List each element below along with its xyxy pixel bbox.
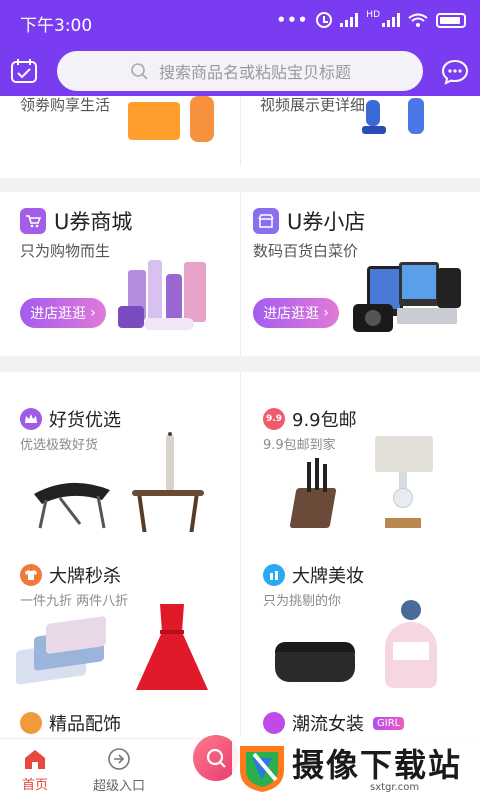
chair-product-image	[30, 464, 114, 530]
store-panel: U券商城 只为购物而生 进店逛逛 › U券小店 数码百货白菜价 进店逛逛 ›	[0, 192, 480, 356]
section-title: 好货优选	[49, 410, 121, 431]
message-icon[interactable]	[441, 58, 469, 86]
wifi-icon	[408, 13, 428, 27]
alarm-icon	[316, 12, 333, 28]
status-icons: ••• HD	[277, 11, 466, 29]
network-label: HD	[366, 10, 380, 20]
red-dress-product-image	[132, 602, 212, 692]
login-arrow-icon	[108, 747, 130, 770]
visit-store-button[interactable]: 进店逛逛 ›	[20, 298, 106, 328]
shirt-icon	[20, 564, 42, 586]
girl-tag: GIRL	[373, 716, 405, 730]
watermark-logo-icon	[236, 740, 288, 794]
signal-icon	[340, 13, 359, 27]
search-placeholder: 搜索商品名或粘贴宝贝标题	[158, 63, 351, 82]
status-bar: 下午3:00 ••• HD	[0, 0, 480, 42]
person-illustration-left	[190, 96, 214, 142]
electronics-product-image	[353, 260, 469, 344]
signal-icon-2	[382, 13, 400, 27]
watermark-brand: 摄像下载站	[292, 746, 463, 784]
section-title-row: 大牌秒杀	[20, 562, 121, 588]
section-title-row: 精品配饰	[20, 710, 121, 736]
section-title-row: 9.9 9.9包邮	[263, 406, 357, 432]
section-subtitle: 一件九折 两件八折	[20, 594, 129, 609]
store-title-row: U券商城	[20, 206, 132, 236]
top-left-caption: 领劵购享生活	[20, 96, 111, 114]
dress-icon	[263, 712, 285, 734]
section-subtitle: 9.9包邮到家	[263, 438, 336, 453]
nav-super-entrance[interactable]: 超级入口	[84, 739, 154, 800]
cream-jar-product-image	[275, 642, 355, 686]
nine-nine-icon: 9.9	[263, 408, 285, 430]
lamp-product-image	[371, 436, 435, 536]
store-subtitle: 只为购物而生	[20, 242, 111, 260]
search-icon	[131, 63, 148, 80]
table-vase-product-image	[128, 432, 208, 534]
status-time: 下午3:00	[20, 16, 93, 36]
top-right-caption: 视频展示更详细	[260, 96, 366, 114]
section-title: 大牌秒杀	[49, 566, 121, 587]
shirts-product-image	[16, 615, 112, 686]
section-title-row: 潮流女装 GIRL	[263, 710, 405, 736]
person-illustration-right	[362, 96, 432, 140]
battery-icon	[436, 12, 466, 28]
perfume-product-image	[379, 600, 443, 692]
section-good-goods[interactable]: 好货优选 优选极致好货	[0, 372, 240, 540]
shop-icon	[253, 208, 279, 234]
divider	[240, 96, 241, 166]
more-dots-icon: •••	[276, 11, 309, 29]
visit-store-button[interactable]: 进店逛逛 ›	[253, 298, 339, 328]
store-card-shop[interactable]: U券小店 数码百货白菜价 进店逛逛 ›	[241, 192, 480, 356]
nav-super-label: 超级入口	[92, 778, 145, 794]
section-subtitle: 只为挑剔的你	[263, 594, 342, 609]
section-subtitle: 优选极致好货	[20, 438, 99, 453]
home-icon	[25, 749, 45, 769]
section-title-row: 好货优选	[20, 406, 121, 432]
section-flash-sale[interactable]: 大牌秒杀 一件九折 两件八折	[0, 542, 240, 702]
section-accessories[interactable]: 精品配饰	[0, 702, 240, 738]
cart-icon	[20, 208, 46, 234]
search-icon	[206, 748, 226, 768]
top-banner-row: 领劵购享生活 视频展示更详细	[0, 96, 480, 178]
content-area[interactable]: 领劵购享生活 视频展示更详细 U券商城 只为购物而生 进店逛逛 › U券小店 数…	[0, 96, 480, 738]
cosmetics-icon	[263, 564, 285, 586]
knife-block-product-image	[285, 458, 345, 528]
store-subtitle: 数码百货白菜价	[253, 242, 359, 260]
store-title-row: U券小店	[253, 206, 365, 236]
category-panel: 好货优选 优选极致好货 9.9 9.9包邮 9.9包邮到家 大牌秒杀 一件九折 …	[0, 372, 480, 738]
watermark: 摄像下载站 sxtgr.com	[232, 736, 480, 800]
crown-icon	[20, 408, 42, 430]
section-title: 大牌美妆	[292, 566, 364, 587]
visit-store-label: 进店逛逛	[30, 306, 87, 322]
nav-home-label: 首页	[21, 777, 48, 793]
calendar-icon[interactable]	[10, 58, 38, 84]
store-card-mall[interactable]: U券商城 只为购物而生 进店逛逛 ›	[0, 192, 240, 356]
cosmetics-product-image	[118, 258, 222, 342]
receipt-illustration	[128, 102, 180, 140]
watermark-url: sxtgr.com	[370, 782, 420, 793]
search-bar[interactable]: 搜索商品名或粘贴宝贝标题	[57, 51, 423, 91]
section-title: 精品配饰	[49, 714, 121, 735]
visit-store-label: 进店逛逛	[263, 306, 320, 322]
section-title: 9.9包邮	[292, 410, 357, 431]
store-title: U券小店	[287, 210, 366, 234]
chevron-right-icon: ›	[90, 305, 96, 321]
top-bar: 下午3:00 ••• HD 搜索商品名或粘贴宝贝标题	[0, 0, 480, 96]
section-title: 潮流女装	[292, 714, 364, 735]
store-title: U券商城	[54, 210, 133, 234]
section-beauty[interactable]: 大牌美妆 只为挑剔的你	[241, 542, 480, 702]
nav-home[interactable]: 首页	[0, 739, 70, 800]
section-womens-fashion[interactable]: 潮流女装 GIRL	[241, 702, 480, 738]
section-title-row: 大牌美妆	[263, 562, 364, 588]
chevron-right-icon: ›	[323, 305, 329, 321]
accessory-icon	[20, 712, 42, 734]
section-nine-nine[interactable]: 9.9 9.9包邮 9.9包邮到家	[241, 372, 480, 540]
